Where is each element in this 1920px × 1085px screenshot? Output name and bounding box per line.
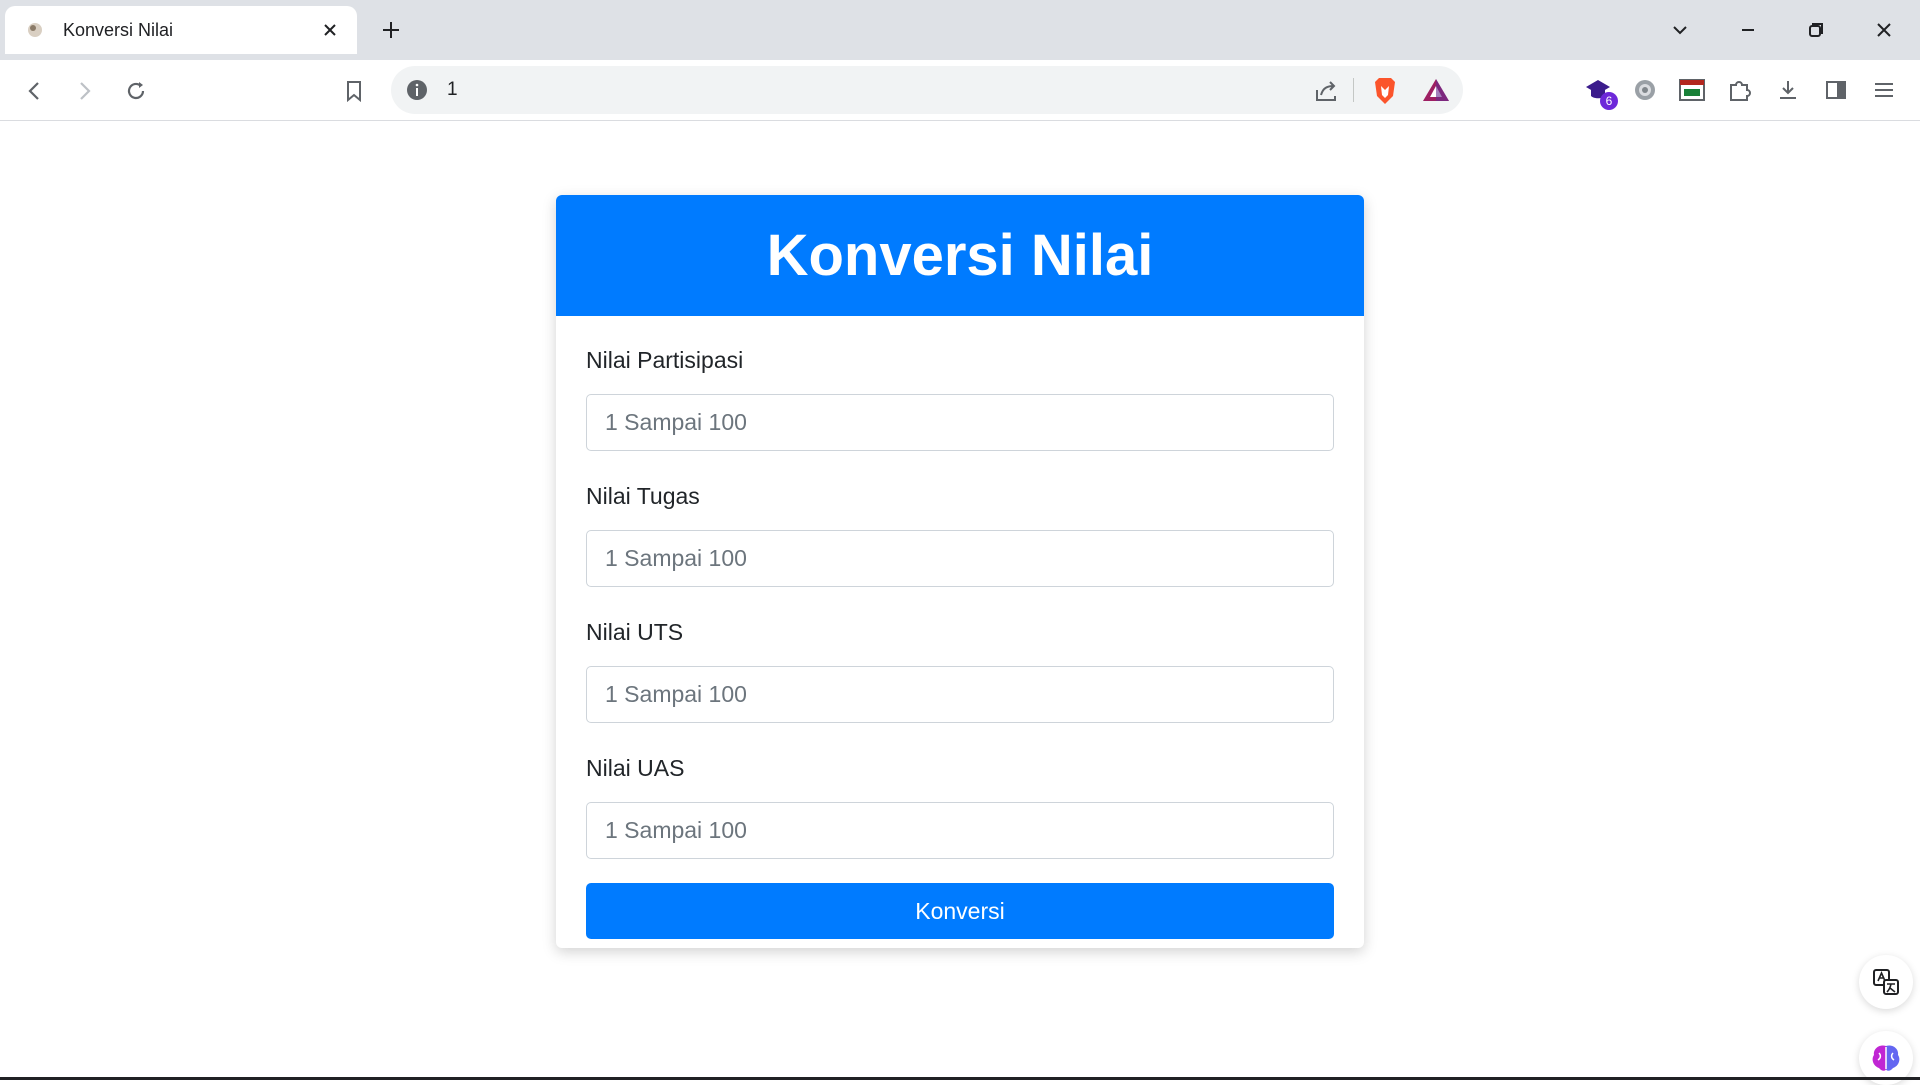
card-header: Konversi Nilai [556,195,1364,316]
final-exam-label: Nilai UAS [586,755,685,781]
extension-icon[interactable]: 6 [1580,72,1618,110]
final-exam-input[interactable] [586,802,1334,859]
midterm-input[interactable] [586,666,1334,723]
extension-badge: 6 [1600,92,1618,110]
convert-button[interactable]: Konversi [586,883,1334,939]
gear-icon[interactable] [1627,72,1663,108]
restore-icon[interactable] [1788,8,1844,52]
download-icon[interactable] [1770,72,1806,108]
menu-icon[interactable] [1866,72,1902,108]
puzzle-icon[interactable] [1722,72,1758,108]
conversion-card: Konversi Nilai Nilai Partisipasi Nilai T… [556,195,1364,948]
close-icon[interactable] [317,17,343,43]
url-text: 1 [447,79,458,100]
divider [1353,78,1354,102]
bookmark-icon[interactable] [334,71,374,111]
forward-icon[interactable] [64,71,104,111]
favicon-icon [23,18,47,42]
form: Nilai Partisipasi Nilai Tugas Nilai UTS … [556,316,1364,939]
participation-label: Nilai Partisipasi [586,347,744,373]
info-icon[interactable] [405,78,429,102]
tab-strip: Konversi Nilai [0,0,1920,60]
midterm-label: Nilai UTS [586,619,684,645]
calendar-extension-icon[interactable] [1674,72,1710,108]
assignment-label: Nilai Tugas [586,483,700,509]
share-icon[interactable] [1311,76,1341,106]
browser-toolbar: 1 6 [0,60,1920,121]
page-content: Konversi Nilai Nilai Partisipasi Nilai T… [0,121,1920,1085]
close-icon[interactable] [1856,8,1912,52]
translate-icon[interactable] [1859,955,1913,1009]
sidebar-icon[interactable] [1818,72,1854,108]
address-bar[interactable]: 1 [391,66,1463,114]
plus-icon[interactable] [373,12,409,48]
participation-input[interactable] [586,394,1334,451]
page-title: Konversi Nilai [766,223,1154,288]
brave-shield-icon[interactable] [1371,76,1399,106]
browser-tab[interactable]: Konversi Nilai [5,6,357,54]
chevron-down-icon[interactable] [1652,8,1708,52]
reload-icon[interactable] [116,71,156,111]
minimize-icon[interactable] [1720,8,1776,52]
assignment-input[interactable] [586,530,1334,587]
tab-title: Konversi Nilai [63,19,174,40]
back-icon[interactable] [15,71,55,111]
brave-rewards-icon[interactable] [1421,76,1451,104]
